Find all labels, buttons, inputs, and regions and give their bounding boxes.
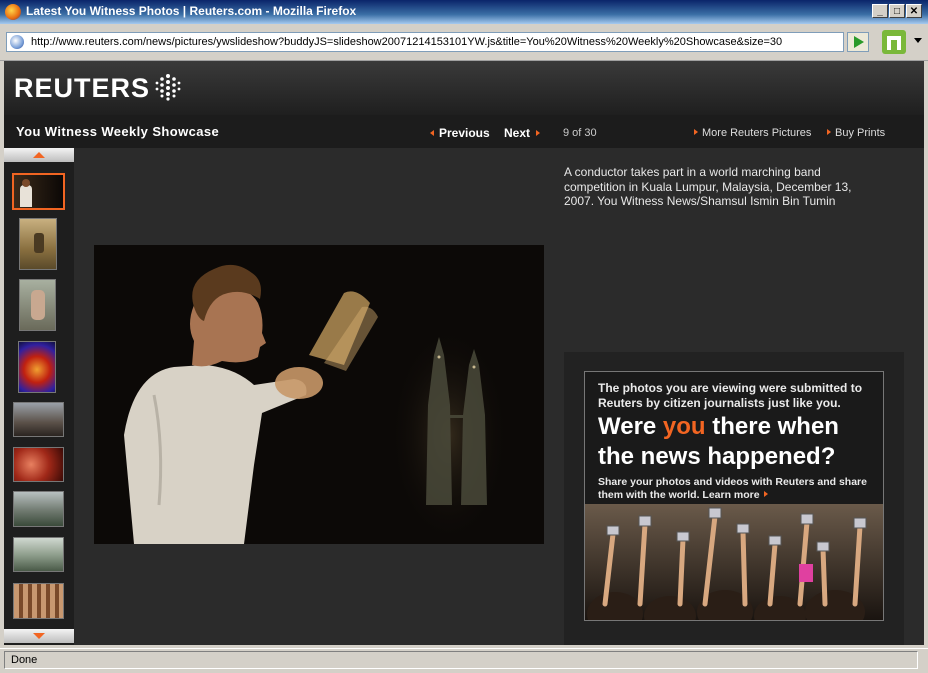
thumbnail[interactable]	[19, 279, 56, 331]
thumbnail-scroll-down-button[interactable]	[4, 629, 74, 643]
url-field[interactable]: http://www.reuters.com/news/pictures/yws…	[6, 32, 844, 52]
reuters-logo-dots-icon	[155, 74, 181, 101]
status-bar: Done	[0, 648, 928, 673]
ad-intro-text: The photos you are viewing were submitte…	[598, 381, 863, 410]
photo-caption: A conductor takes part in a world marchi…	[564, 165, 852, 208]
go-arrow-icon	[854, 36, 864, 48]
you-witness-ad[interactable]: The photos you are viewing were submitte…	[584, 371, 884, 621]
maximize-button[interactable]: □	[889, 4, 905, 18]
minimize-button[interactable]: _	[872, 4, 888, 18]
reuters-logo[interactable]: REUTERS	[14, 73, 150, 104]
thumbnail[interactable]	[13, 491, 64, 527]
status-text: Done	[4, 651, 918, 669]
main-slideshow-photo	[94, 245, 544, 544]
arrow-right-icon	[763, 491, 768, 497]
url-text[interactable]: http://www.reuters.com/news/pictures/yws…	[31, 36, 782, 48]
next-link[interactable]: Next	[504, 126, 541, 140]
thumbnail[interactable]	[13, 447, 64, 482]
arrow-down-icon	[33, 633, 45, 639]
ad-panel: The photos you are viewing were submitte…	[564, 352, 904, 645]
arrow-left-icon	[430, 130, 434, 136]
crowd-with-cameras-illustration	[585, 504, 883, 620]
learn-more-link[interactable]: Learn more	[702, 489, 759, 501]
arrow-right-icon	[536, 130, 541, 136]
navigation-toolbar: http://www.reuters.com/news/pictures/yws…	[0, 24, 928, 61]
ad-headline: Were you there when the news happened?	[598, 413, 839, 470]
close-button[interactable]: ✕	[906, 4, 922, 18]
thumbnail[interactable]	[19, 218, 57, 270]
thumbnail[interactable]	[12, 173, 65, 210]
thumbnail[interactable]	[13, 583, 64, 619]
arrow-up-icon	[33, 152, 45, 158]
chevron-down-icon[interactable]	[914, 38, 922, 43]
previous-link[interactable]: Previous	[430, 126, 490, 140]
thumbnail[interactable]	[18, 341, 56, 393]
window-title: Latest You Witness Photos | Reuters.com …	[26, 4, 357, 18]
site-header: REUTERS	[4, 61, 924, 115]
conductor-photo-illustration	[94, 245, 544, 544]
more-reuters-pictures-link[interactable]: More Reuters Pictures	[694, 127, 811, 139]
toolbar-extension-icon[interactable]	[882, 30, 906, 54]
thumbnail-scroll-up-button[interactable]	[4, 148, 74, 162]
buy-prints-link[interactable]: Buy Prints	[827, 127, 885, 139]
firefox-icon	[5, 4, 21, 20]
ad-body-text: Share your photos and videos with Reuter…	[598, 476, 867, 501]
window-title-bar: Latest You Witness Photos | Reuters.com …	[0, 0, 928, 24]
arrow-right-icon	[827, 129, 831, 135]
slideshow-nav-bar: You Witness Weekly Showcase Previous Nex…	[4, 115, 924, 148]
web-page: REUTERS You Witness Weekly Showcase Prev…	[4, 61, 924, 645]
slideshow-title: You Witness Weekly Showcase	[16, 124, 220, 139]
arrow-right-icon	[694, 129, 698, 135]
go-button[interactable]	[847, 32, 869, 52]
thumbnail[interactable]	[13, 537, 64, 572]
thumbnail[interactable]	[13, 402, 64, 437]
site-identity-icon[interactable]	[10, 35, 24, 49]
slide-counter: 9 of 30	[563, 127, 597, 139]
thumbnail-strip	[4, 148, 74, 645]
